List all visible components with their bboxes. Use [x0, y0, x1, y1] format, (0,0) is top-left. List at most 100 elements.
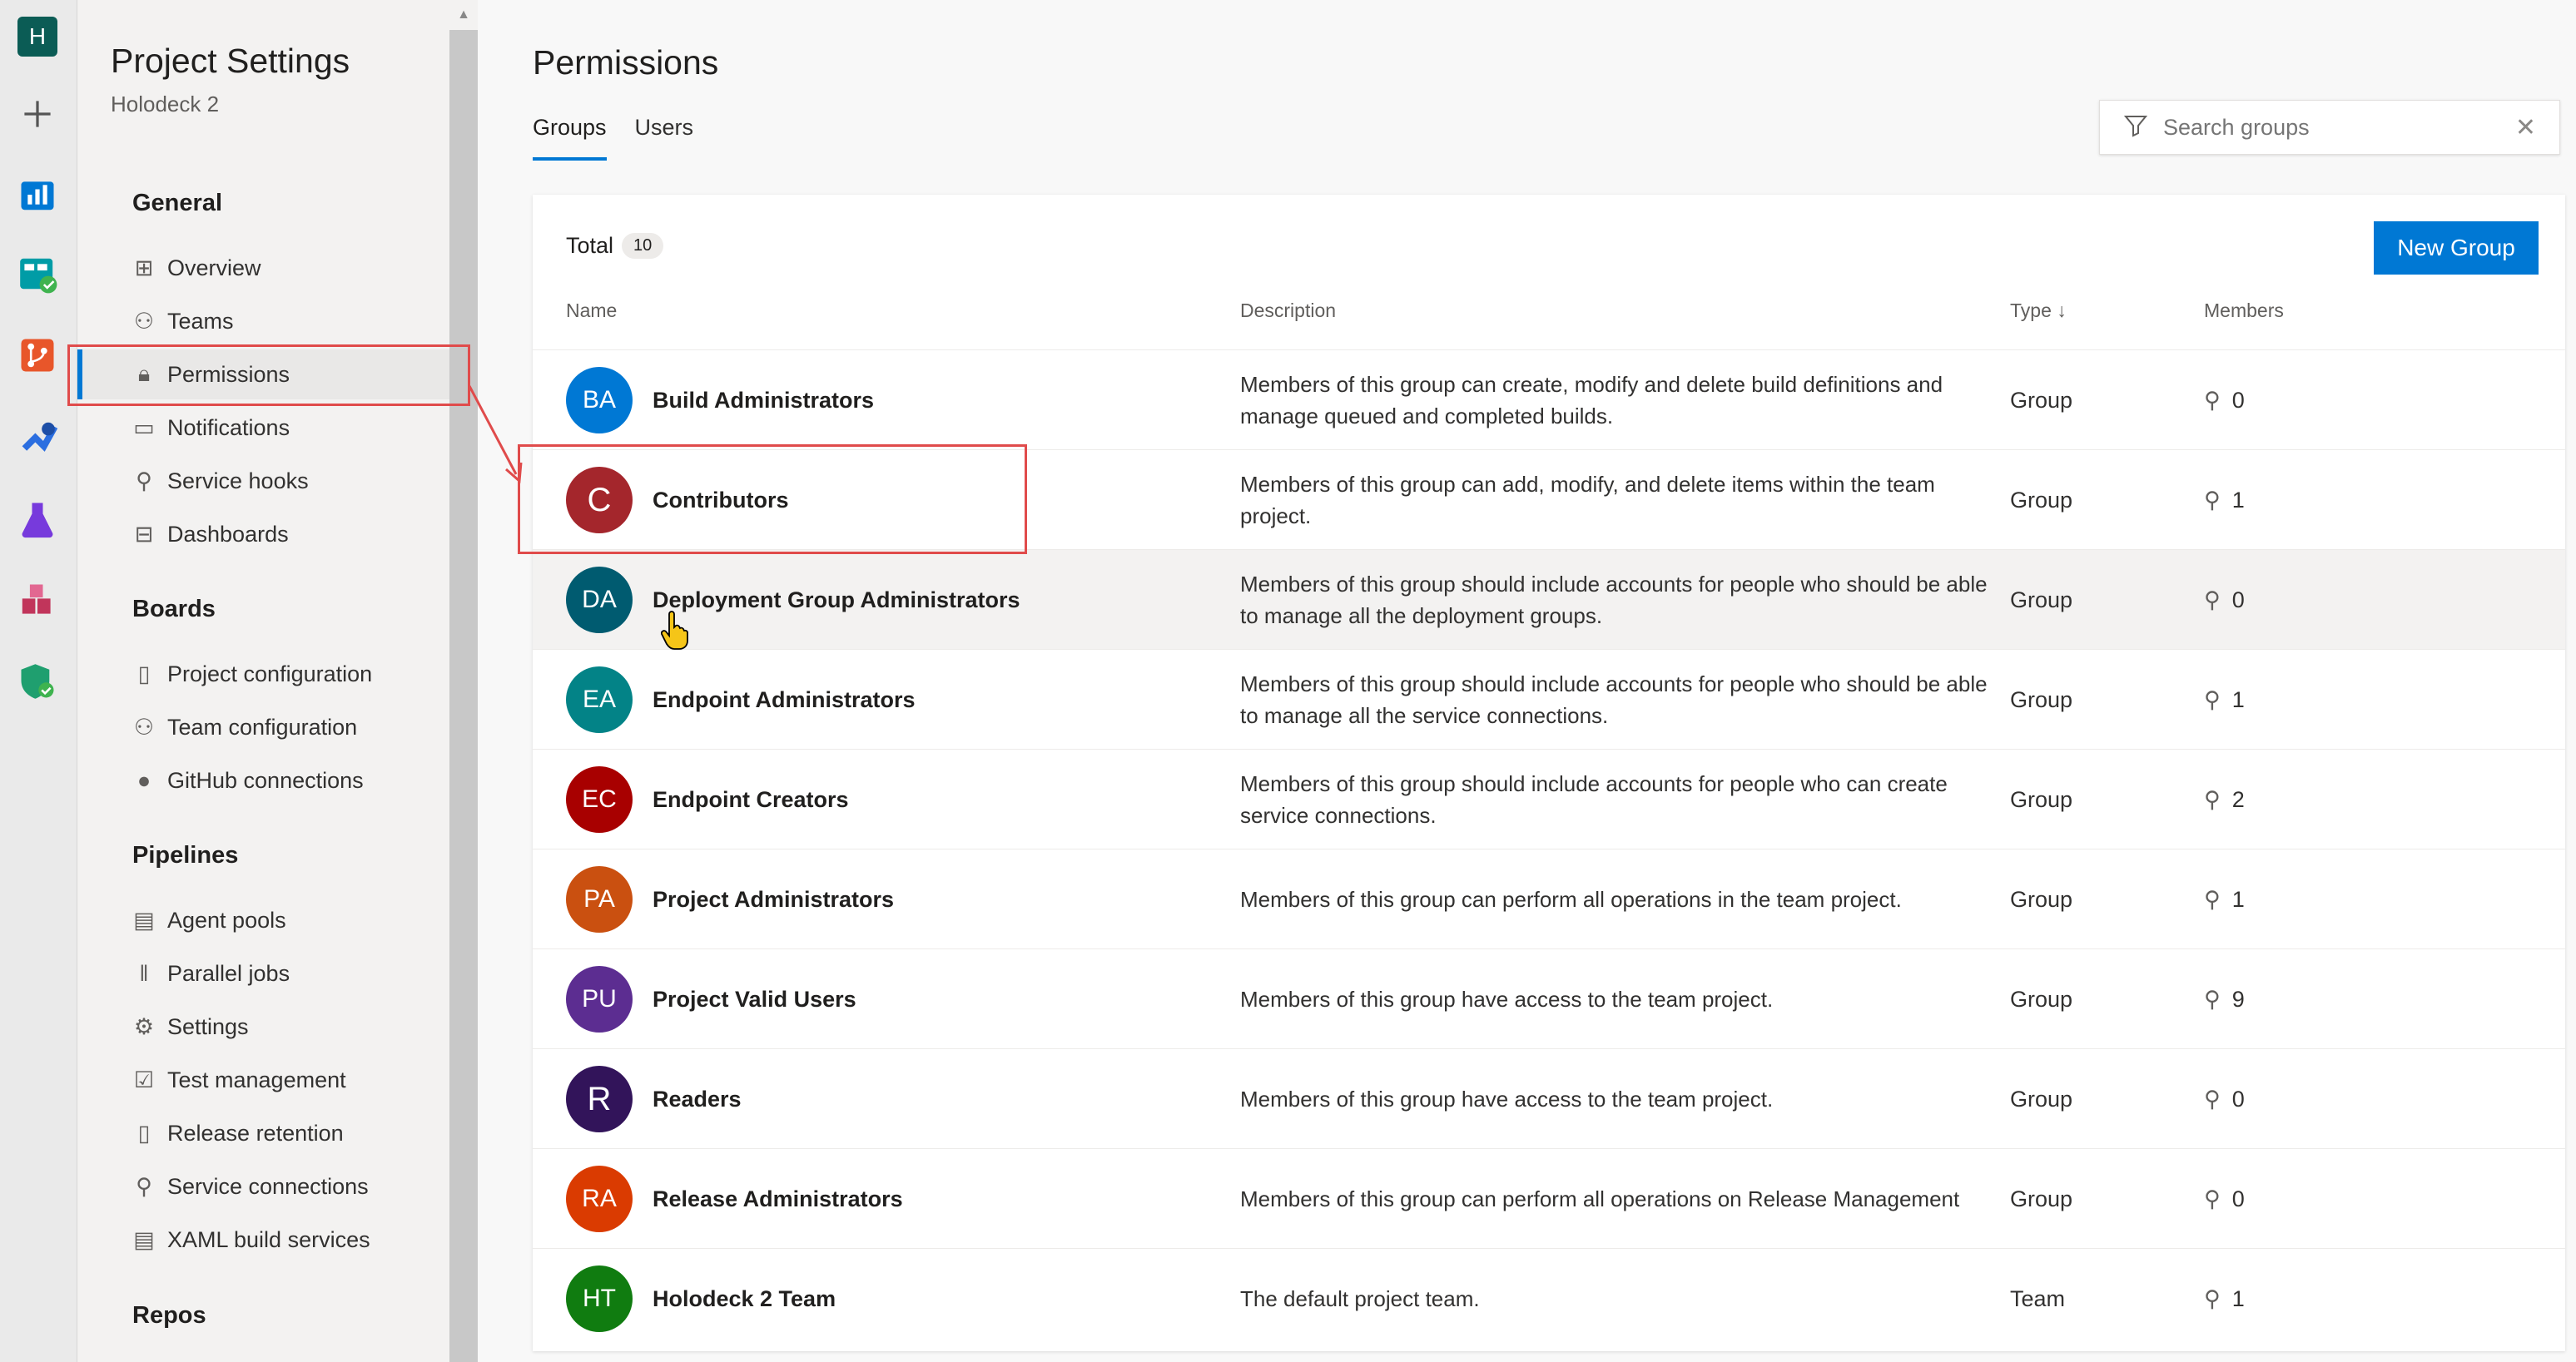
tab-users[interactable]: Users [635, 115, 694, 161]
new-group-button[interactable]: New Group [2374, 221, 2539, 275]
table-row[interactable]: EC Endpoint Creators Members of this group… [533, 749, 2565, 849]
member-count: ⚲ 0 [2204, 1086, 2245, 1112]
group-name[interactable]: Holodeck 2 Team [653, 1249, 836, 1349]
nav-scrollbar[interactable]: ▲ [449, 0, 478, 1362]
plug-icon: ⚲ [136, 468, 152, 493]
group-name[interactable]: Project Valid Users [653, 949, 856, 1049]
group-type: Group [2010, 986, 2073, 1012]
nav-item-notifications[interactable]: ▭ Notifications [132, 403, 290, 453]
nav-item-agent-pools[interactable]: ▤ Agent pools [132, 895, 285, 945]
member-count: ⚲ 1 [2204, 1285, 2245, 1311]
nav-item-release-retention[interactable]: ▯ Release retention [132, 1108, 344, 1158]
nav-item-teams[interactable]: ⚇ Teams [132, 296, 234, 346]
scroll-up-icon[interactable]: ▲ [449, 0, 478, 30]
agent-icon: ▤ [133, 907, 155, 933]
column-header-type[interactable]: Type ↓ [2010, 300, 2067, 322]
avatar: PA [566, 866, 633, 933]
app-rail: H [0, 0, 77, 1362]
total-count: Total 10 [566, 233, 664, 259]
members-icon: ⚲ [2204, 1086, 2221, 1112]
boards-icon[interactable] [13, 250, 62, 298]
sort-down-icon: ↓ [2057, 300, 2067, 321]
avatar: HT [566, 1265, 633, 1332]
nav-item-service-hooks[interactable]: ⚲ Service hooks [132, 456, 308, 506]
security-icon[interactable] [13, 657, 62, 706]
artifacts-icon[interactable] [13, 577, 62, 625]
nav-item-dashboards[interactable]: ⊟ Dashboards [132, 509, 289, 559]
group-description: Members of this group have access to the… [1240, 1087, 1774, 1112]
nav-title: Project Settings [111, 42, 350, 80]
group-type: Group [2010, 686, 2073, 712]
member-count: ⚲ 0 [2204, 587, 2245, 612]
table-row[interactable]: EA Endpoint Administrators Members of this… [533, 649, 2565, 750]
overview-icon[interactable] [13, 171, 62, 219]
group-name[interactable]: Project Administrators [653, 849, 894, 949]
group-name[interactable]: Readers [653, 1049, 742, 1149]
table-row[interactable]: R Readers Members of this group have acces… [533, 1048, 2565, 1149]
table-row[interactable]: PA Project Administrators Members of this … [533, 849, 2565, 949]
group-type: Group [2010, 1186, 2073, 1211]
section-pipelines: Pipelines [132, 842, 239, 869]
group-type: Group [2010, 886, 2073, 912]
group-description: Members of this group can create, modify… [1240, 372, 1943, 428]
dashboard-icon: ⊟ [134, 521, 154, 547]
search-box[interactable]: ✕ [2099, 100, 2560, 155]
plug-icon: ⚲ [136, 1173, 152, 1199]
group-name[interactable]: Endpoint Creators [653, 750, 849, 849]
nav-item-settings[interactable]: ⚙ Settings [132, 1002, 249, 1052]
repos-icon[interactable] [13, 331, 62, 379]
add-icon[interactable] [13, 90, 62, 138]
nav-item-test-management[interactable]: ☑ Test management [132, 1055, 346, 1105]
build-icon: ▤ [133, 1226, 155, 1252]
nav-item-parallel-jobs[interactable]: ‖ Parallel jobs [132, 948, 290, 998]
section-repos: Repos [132, 1302, 206, 1329]
column-header-name[interactable]: Name [566, 300, 617, 322]
avatar: R [566, 1066, 633, 1132]
team-settings-icon: ⚇ [133, 714, 155, 740]
group-description: Members of this group should include acc… [1240, 771, 1948, 828]
github-icon: ● [136, 767, 151, 793]
members-icon: ⚲ [2204, 786, 2221, 812]
members-icon: ⚲ [2204, 886, 2221, 912]
nav-item-xaml-build-services[interactable]: ▤ XAML build services [132, 1215, 370, 1265]
group-description: Members of this group should include acc… [1240, 572, 1988, 628]
group-name[interactable]: Build Administrators [653, 350, 874, 450]
group-description: The default project team. [1240, 1286, 1480, 1311]
clear-icon[interactable]: ✕ [2515, 113, 2536, 142]
filter-icon [2123, 113, 2148, 142]
tab-bar: Groups Users [533, 115, 693, 161]
section-boards: Boards [132, 596, 216, 622]
group-type: Group [2010, 1086, 2073, 1112]
table-row[interactable]: PU Project Valid Users Members of this gro… [533, 948, 2565, 1049]
table-row[interactable]: RA Release Administrators Members of this … [533, 1148, 2565, 1249]
pipelines-icon[interactable] [13, 414, 62, 462]
avatar: EA [566, 666, 633, 733]
groups-card: Total 10 New Group Name Description Type… [533, 195, 2565, 1351]
member-count: ⚲ 1 [2204, 686, 2245, 712]
members-icon: ⚲ [2204, 686, 2221, 712]
table-row[interactable]: DA Deployment Group Administrators Members… [533, 549, 2565, 650]
nav-item-team-configuration[interactable]: ⚇ Team configuration [132, 702, 357, 752]
test-plans-icon[interactable] [13, 495, 62, 543]
avatar: EC [566, 766, 633, 833]
group-name[interactable]: Endpoint Administrators [653, 650, 916, 750]
avatar: DA [566, 567, 633, 633]
org-avatar[interactable]: H [17, 17, 57, 57]
member-count: ⚲ 0 [2204, 387, 2245, 413]
nav-item-service-connections[interactable]: ⚲ Service connections [132, 1161, 369, 1211]
nav-item-github-connections[interactable]: ● GitHub connections [132, 755, 364, 805]
nav-item-project-configuration[interactable]: ▯ Project configuration [132, 649, 373, 699]
group-type: Team [2010, 1285, 2066, 1311]
search-input[interactable] [2162, 113, 2515, 141]
table-row[interactable]: BA Build Administrators Members of this gr… [533, 349, 2565, 450]
group-name[interactable]: Release Administrators [653, 1149, 903, 1249]
nav-item-overview[interactable]: ⊞ Overview [132, 243, 261, 293]
group-type: Group [2010, 587, 2073, 612]
column-header-members[interactable]: Members [2204, 300, 2284, 322]
column-header-description[interactable]: Description [1240, 300, 1336, 322]
highlight-box-contributors [518, 444, 1027, 554]
group-name[interactable]: Deployment Group Administrators [653, 550, 1020, 650]
table-row[interactable]: HT Holodeck 2 Team The default project tea… [533, 1248, 2565, 1349]
tab-groups[interactable]: Groups [533, 115, 607, 161]
member-count: ⚲ 0 [2204, 1186, 2245, 1211]
